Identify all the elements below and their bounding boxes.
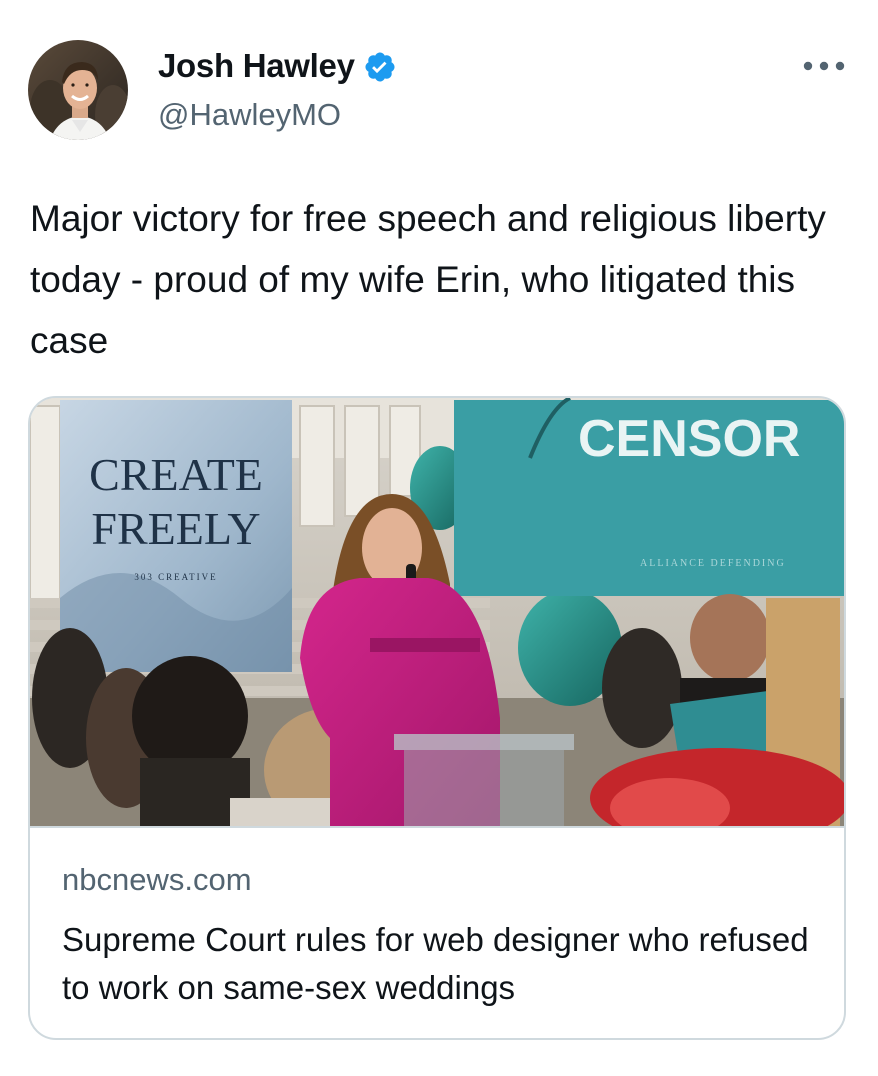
card-domain: nbcnews.com: [62, 862, 252, 897]
author-name-row[interactable]: Josh Hawley: [158, 44, 397, 88]
more-options-button[interactable]: [796, 50, 852, 82]
sign-censor-text: CENSOR: [578, 410, 800, 468]
verified-badge-icon: [365, 52, 395, 82]
sign-create-text: CREATE: [89, 449, 263, 500]
article-image: CREATE FREELY 303 CREATIVE CENSOR ALLIAN…: [30, 398, 844, 826]
link-preview-card[interactable]: CREATE FREELY 303 CREATIVE CENSOR ALLIAN…: [28, 396, 846, 1040]
card-title[interactable]: Supreme Court rules for web designer who…: [62, 916, 822, 1012]
avatar-photo: [28, 40, 128, 140]
sign-alliance-text: ALLIANCE DEFENDING: [640, 558, 786, 569]
author-handle[interactable]: @HawleyMO: [158, 94, 341, 136]
more-options-icon: [803, 61, 845, 71]
display-name[interactable]: Josh Hawley: [158, 44, 355, 88]
sign-303-text: 303 CREATIVE: [134, 572, 217, 582]
avatar[interactable]: [28, 40, 128, 140]
tweet-text: Major victory for free speech and religi…: [30, 198, 826, 361]
sign-freely-text: FREELY: [91, 503, 260, 554]
card-divider: [30, 826, 844, 828]
